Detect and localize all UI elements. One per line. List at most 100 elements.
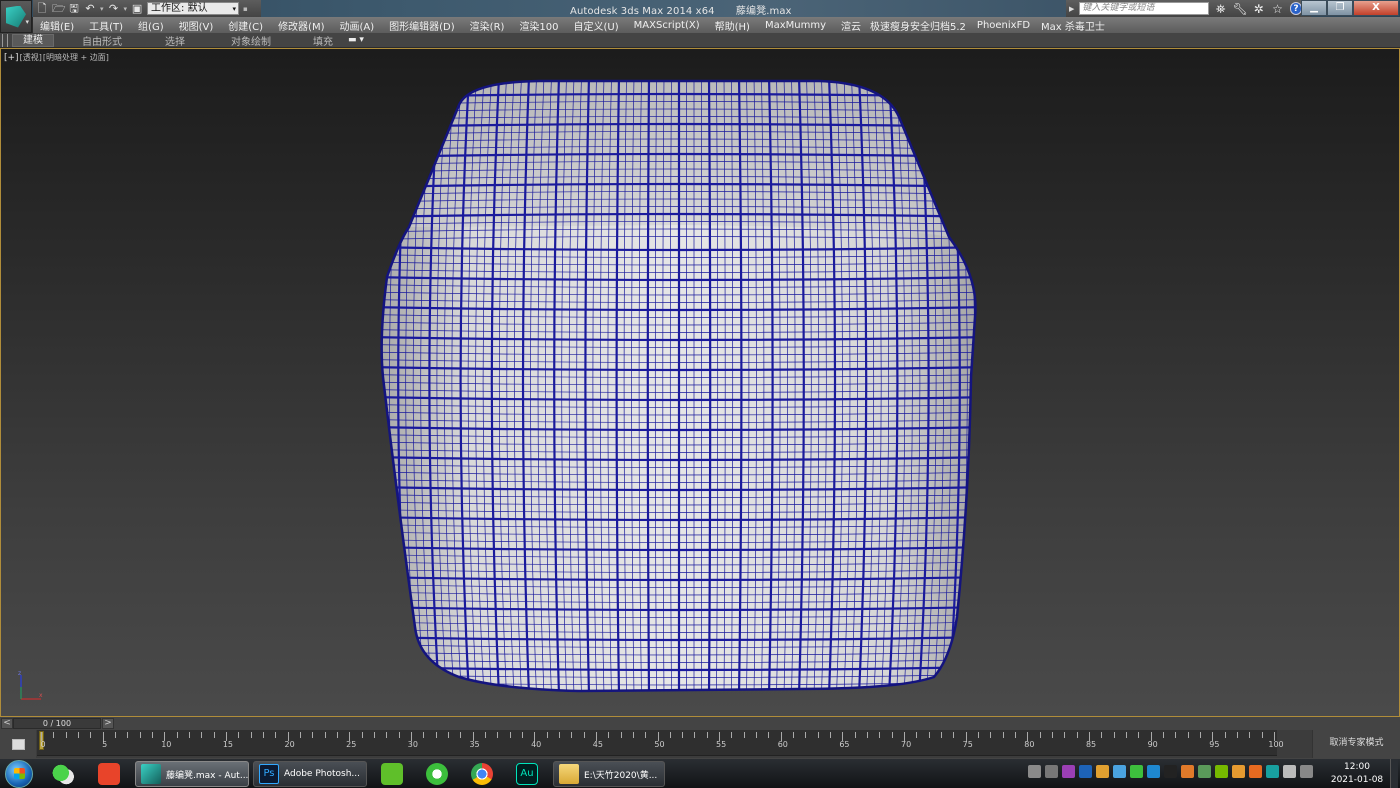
usb-icon[interactable]: [1096, 765, 1109, 778]
frame-ruler[interactable]: 0 5 10 15 20 25 30 35 40 45 50 55 60 65 70 75 80 85 90 95 10…: [37, 730, 1284, 756]
next-frame-button[interactable]: >: [102, 718, 114, 729]
menu-antivirus[interactable]: Max 杀毒卫士: [1041, 18, 1105, 33]
undo-caret-icon[interactable]: ▾: [100, 5, 104, 13]
search-input[interactable]: 键入关键字或短语: [1079, 2, 1209, 15]
menu-maxscript[interactable]: MAXScript(X): [634, 20, 700, 31]
minimize-button[interactable]: ▁: [1301, 0, 1327, 16]
customize-toolbar-icon[interactable]: ▪: [243, 5, 248, 13]
redo-icon[interactable]: ↷: [108, 2, 120, 15]
ie-browser-icon[interactable]: [426, 763, 448, 785]
ruler-tick: [854, 732, 856, 738]
wrench-icon[interactable]: 🔧︎: [1233, 2, 1248, 16]
prev-frame-button[interactable]: <: [1, 718, 13, 729]
network-icon[interactable]: [1300, 765, 1313, 778]
security-shield-icon[interactable]: [1249, 765, 1262, 778]
restore-button[interactable]: ❐: [1327, 0, 1353, 16]
ruler-tick: [151, 732, 153, 738]
project-folder-icon[interactable]: ▣: [131, 2, 143, 15]
ruler-tick: [558, 732, 560, 738]
satellite-icon[interactable]: ✲: [1252, 2, 1266, 16]
camtasia-recorder-icon[interactable]: [98, 763, 120, 785]
expand-search-icon[interactable]: ▶: [1069, 5, 1074, 13]
exit-expert-mode-button[interactable]: 取消专家模式: [1312, 730, 1400, 758]
camtasia-studio-icon[interactable]: [381, 763, 403, 785]
camera-icon[interactable]: [1232, 765, 1245, 778]
menu-modifiers[interactable]: 修改器(M): [278, 18, 324, 33]
input-method-icon[interactable]: [1079, 765, 1092, 778]
track-config-button[interactable]: [0, 730, 36, 758]
ruler-tick: [1064, 732, 1066, 738]
ruler-label: 40: [531, 740, 542, 749]
taskbar-task-photoshop[interactable]: Ps Adobe Photosh...: [253, 761, 367, 787]
ruler-tick: [114, 732, 116, 738]
infocenter: ▶ 键入关键字或短语 ⛯ 🔧︎ ✲ ☆ ? ▾: [1066, 0, 1311, 17]
star-icon[interactable]: ☆: [1271, 2, 1285, 16]
menu-help[interactable]: 帮助(H): [715, 18, 750, 33]
undo-icon[interactable]: ↶: [84, 2, 96, 15]
tim-icon[interactable]: [1147, 765, 1160, 778]
wechat-icon[interactable]: [52, 763, 74, 785]
menu-rendering[interactable]: 渲染(R): [470, 18, 505, 33]
system-clock[interactable]: 12:00 2021-01-08: [1328, 761, 1386, 787]
baidu-netdisk-icon[interactable]: [1113, 765, 1126, 778]
viewport-menu-plus[interactable]: [+]: [4, 53, 19, 63]
audition-icon[interactable]: Au: [516, 763, 538, 785]
menu-customize[interactable]: 自定义(U): [574, 18, 619, 33]
viewport-shading-label[interactable]: [明暗处理 + 边面]: [43, 53, 109, 62]
qq-icon[interactable]: [1164, 765, 1177, 778]
menu-group[interactable]: 组(G): [138, 18, 164, 33]
tab-modeling[interactable]: 建模: [12, 33, 54, 47]
new-file-icon[interactable]: 🗋: [36, 2, 48, 15]
onenote-clip-icon[interactable]: [1062, 765, 1075, 778]
tab-object-paint[interactable]: 对象绘制: [224, 33, 278, 48]
close-button[interactable]: X: [1353, 0, 1399, 16]
taskbar-task-explorer[interactable]: E:\天竹2020\黄...: [553, 761, 665, 787]
ruler-tick: [706, 732, 708, 738]
menu-render100[interactable]: 渲染100: [519, 18, 558, 33]
ribbon-options-icon[interactable]: ▬ ▾: [348, 35, 364, 45]
ribbon-grip-handle[interactable]: [2, 33, 8, 47]
ribbon-tabs: 建模 自由形式 选择 对象绘制 填充 ▬ ▾: [0, 33, 1400, 48]
menu-phoenixfd[interactable]: PhoenixFD: [977, 20, 1030, 31]
binoculars-icon[interactable]: ⛯: [1214, 2, 1228, 16]
wechat-icon[interactable]: [1130, 765, 1143, 778]
tab-freeform[interactable]: 自由形式: [78, 33, 126, 48]
viewport-view-label[interactable]: [透视]: [20, 53, 42, 62]
menu-views[interactable]: 视图(V): [179, 18, 214, 33]
open-file-icon[interactable]: 🗁: [52, 2, 66, 15]
tab-selection[interactable]: 选择: [160, 33, 190, 48]
menu-create[interactable]: 创建(C): [228, 18, 263, 33]
workspace-dropdown[interactable]: 工作区: 默认 ▾: [147, 2, 240, 15]
menu-animation[interactable]: 动画(A): [340, 18, 375, 33]
menu-edit[interactable]: 编辑(E): [40, 18, 74, 33]
menu-tools[interactable]: 工具(T): [89, 18, 123, 33]
start-button[interactable]: [5, 760, 33, 788]
ruler-tick: [1076, 732, 1078, 738]
show-desktop-button[interactable]: [1390, 759, 1398, 788]
taskbar-task-3dsmax[interactable]: 藤编凳.max - Aut...: [135, 761, 249, 787]
save-icon[interactable]: 🖫: [68, 2, 80, 15]
application-button[interactable]: ▾: [0, 0, 32, 33]
ruler-label: 85: [1085, 740, 1097, 749]
ruler-tick: [916, 732, 918, 738]
redo-caret-icon[interactable]: ▾: [124, 5, 128, 13]
wicker-ottoman-mesh[interactable]: [379, 77, 979, 695]
update-icon[interactable]: [1266, 765, 1279, 778]
menu-xuanyun[interactable]: 渲云: [841, 18, 861, 33]
chrome-icon[interactable]: [471, 763, 493, 785]
menu-maxmummy[interactable]: MaxMummy: [765, 20, 826, 31]
menu-graph-editors[interactable]: 图形编辑器(D): [389, 18, 455, 33]
tab-populate[interactable]: 填充: [308, 33, 338, 48]
ruler-tick: [262, 732, 264, 738]
time-slider[interactable]: 0 / 100: [13, 718, 101, 729]
menu-archive[interactable]: 极速瘦身安全归档5.2: [870, 18, 966, 33]
expand-icon[interactable]: [1045, 765, 1058, 778]
ruler-tick: [756, 732, 758, 738]
keyboard-icon[interactable]: [1028, 765, 1041, 778]
ruler-tick: [238, 732, 240, 738]
notification-icon[interactable]: [1181, 765, 1194, 778]
perspective-viewport[interactable]: [+][透视][明暗处理 + 边面] z x: [0, 48, 1400, 717]
nvidia-icon[interactable]: [1215, 765, 1228, 778]
volume-icon[interactable]: [1283, 765, 1296, 778]
usb-safe-icon[interactable]: [1198, 765, 1211, 778]
